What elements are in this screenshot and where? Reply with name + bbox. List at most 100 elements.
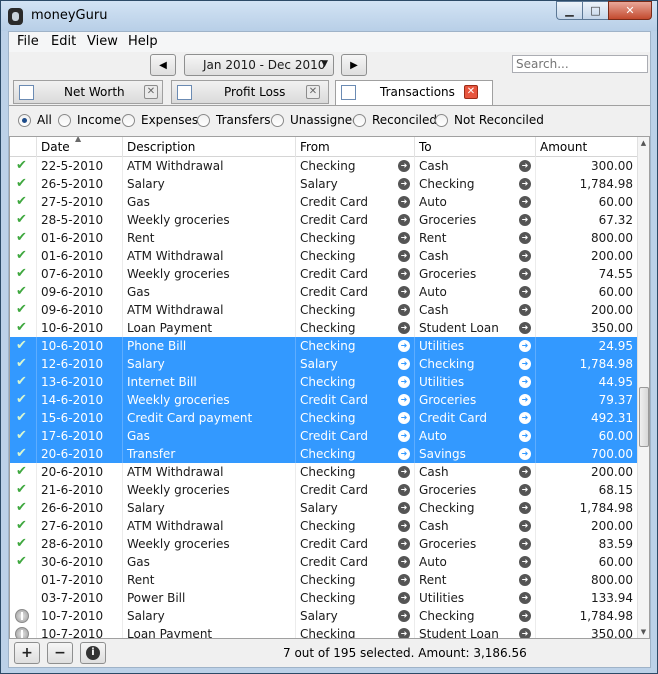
from-cell[interactable]: Credit Card ➜ <box>296 193 415 211</box>
go-to-account-icon[interactable]: ➜ <box>398 592 410 604</box>
go-to-account-icon[interactable]: ➜ <box>519 484 531 496</box>
date-cell[interactable]: 27-5-2010 <box>37 193 123 211</box>
filter-unassigned[interactable]: Unassigned <box>271 113 360 127</box>
from-cell[interactable]: Checking ➜ <box>296 445 415 463</box>
date-cell[interactable]: 09-6-2010 <box>37 283 123 301</box>
remove-transaction-button[interactable]: − <box>47 642 73 664</box>
amount-cell[interactable]: 60.00 <box>536 283 638 301</box>
from-cell[interactable]: Credit Card ➜ <box>296 427 415 445</box>
to-cell[interactable]: Student Loan ➜ <box>415 319 536 337</box>
from-cell[interactable]: Credit Card ➜ <box>296 265 415 283</box>
go-to-account-icon[interactable]: ➜ <box>519 502 531 514</box>
status-cell[interactable]: ✔ <box>10 319 37 337</box>
status-cell[interactable]: ✔ <box>10 283 37 301</box>
amount-cell[interactable]: 60.00 <box>536 193 638 211</box>
reconciled-check-icon[interactable]: ✔ <box>16 177 27 191</box>
table-row[interactable]: ✔ 09-6-2010 ATM Withdrawal Checking ➜ Cash ➜ 20… <box>10 301 638 319</box>
table-row[interactable]: ✔ 15-6-2010 Credit Card payment Checking ➜ Cr… <box>10 409 638 427</box>
go-to-account-icon[interactable]: ➜ <box>519 196 531 208</box>
filter-income[interactable]: Income <box>58 113 121 127</box>
add-transaction-button[interactable]: + <box>14 642 40 664</box>
from-cell[interactable]: Checking ➜ <box>296 301 415 319</box>
amount-cell[interactable]: 79.37 <box>536 391 638 409</box>
table-row[interactable]: ✔ 17-6-2010 Gas Credit Card ➜ Auto ➜ 60.00 <box>10 427 638 445</box>
description-cell[interactable]: ATM Withdrawal <box>123 301 296 319</box>
table-row[interactable]: ✔ 20-6-2010 ATM Withdrawal Checking ➜ Cash ➜ 20… <box>10 463 638 481</box>
close-button[interactable]: ✕ <box>608 1 652 20</box>
description-cell[interactable]: Power Bill <box>123 589 296 607</box>
description-cell[interactable]: Salary <box>123 355 296 373</box>
search-input[interactable] <box>512 55 648 73</box>
filter-not-reconciled[interactable]: Not Reconciled <box>435 113 544 127</box>
status-cell[interactable]: ✔ <box>10 211 37 229</box>
amount-cell[interactable]: 60.00 <box>536 427 638 445</box>
go-to-account-icon[interactable]: ➜ <box>519 160 531 172</box>
amount-cell[interactable]: 1,784.98 <box>536 355 638 373</box>
to-cell[interactable]: Utilities ➜ <box>415 589 536 607</box>
scroll-down-icon[interactable]: ▼ <box>638 626 649 638</box>
reconciled-check-icon[interactable]: ✔ <box>16 195 27 209</box>
amount-cell[interactable]: 1,784.98 <box>536 607 638 625</box>
go-to-account-icon[interactable]: ➜ <box>398 160 410 172</box>
tab-close-icon[interactable]: ✕ <box>306 85 320 99</box>
column-header-date[interactable]: ▲ Date <box>37 137 123 157</box>
menu-edit[interactable]: Edit <box>51 34 76 49</box>
vertical-scrollbar[interactable]: ▲ ▼ <box>637 137 649 638</box>
description-cell[interactable]: Salary <box>123 499 296 517</box>
table-row[interactable]: ✔ 26-5-2010 Salary Salary ➜ Checking ➜ 1,784.98 <box>10 175 638 193</box>
date-cell[interactable]: 28-5-2010 <box>37 211 123 229</box>
date-cell[interactable]: 07-6-2010 <box>37 265 123 283</box>
amount-cell[interactable]: 200.00 <box>536 463 638 481</box>
date-cell[interactable]: 10-7-2010 <box>37 625 123 638</box>
to-cell[interactable]: Groceries ➜ <box>415 535 536 553</box>
title-bar[interactable]: moneyGuru ▁ □ ✕ <box>1 1 657 31</box>
table-row[interactable]: ✔ 07-6-2010 Weekly groceries Credit Card ➜ Gr… <box>10 265 638 283</box>
to-cell[interactable]: Checking ➜ <box>415 355 536 373</box>
status-cell[interactable]: ✔ <box>10 337 37 355</box>
date-range-selector[interactable]: Jan 2010 - Dec 2010 ▼ <box>184 54 334 76</box>
info-button[interactable]: i <box>80 642 106 664</box>
status-cell[interactable]: ✔ <box>10 481 37 499</box>
to-cell[interactable]: Savings ➜ <box>415 445 536 463</box>
minimize-button[interactable]: ▁ <box>556 1 582 20</box>
table-row[interactable]: 10-7-2010 Loan Payment Checking ➜ Student Lo… <box>10 625 638 638</box>
go-to-account-icon[interactable]: ➜ <box>519 556 531 568</box>
date-cell[interactable]: 10-6-2010 <box>37 319 123 337</box>
tab-close-icon[interactable]: ✕ <box>144 85 158 99</box>
previous-period-button[interactable]: ◀ <box>150 54 176 76</box>
amount-cell[interactable]: 60.00 <box>536 553 638 571</box>
reconciled-check-icon[interactable]: ✔ <box>16 321 27 335</box>
date-cell[interactable]: 01-6-2010 <box>37 229 123 247</box>
to-cell[interactable]: Cash ➜ <box>415 301 536 319</box>
from-cell[interactable]: Checking ➜ <box>296 625 415 638</box>
from-cell[interactable]: Checking ➜ <box>296 409 415 427</box>
from-cell[interactable]: Checking ➜ <box>296 157 415 175</box>
go-to-account-icon[interactable]: ➜ <box>398 376 410 388</box>
reconciled-check-icon[interactable]: ✔ <box>16 303 27 317</box>
table-row[interactable]: ✔ 01-6-2010 Rent Checking ➜ Rent ➜ 800.00 <box>10 229 638 247</box>
go-to-account-icon[interactable]: ➜ <box>398 196 410 208</box>
go-to-account-icon[interactable]: ➜ <box>519 268 531 280</box>
reconciled-check-icon[interactable]: ✔ <box>16 555 27 569</box>
to-cell[interactable]: Credit Card ➜ <box>415 409 536 427</box>
to-cell[interactable]: Student Loan ➜ <box>415 625 536 638</box>
amount-cell[interactable]: 44.95 <box>536 373 638 391</box>
column-header-amount[interactable]: Amount <box>536 137 638 157</box>
reconciled-check-icon[interactable]: ✔ <box>16 429 27 443</box>
table-row[interactable]: ✔ 01-6-2010 ATM Withdrawal Checking ➜ Cash ➜ 20… <box>10 247 638 265</box>
to-cell[interactable]: Groceries ➜ <box>415 211 536 229</box>
date-cell[interactable]: 30-6-2010 <box>37 553 123 571</box>
description-cell[interactable]: Weekly groceries <box>123 535 296 553</box>
go-to-account-icon[interactable]: ➜ <box>398 214 410 226</box>
to-cell[interactable]: Checking ➜ <box>415 607 536 625</box>
tab-net-worth[interactable]: Net Worth ✕ <box>13 80 163 104</box>
amount-cell[interactable]: 1,784.98 <box>536 175 638 193</box>
table-row[interactable]: ✔ 20-6-2010 Transfer Checking ➜ Savings ➜ 700.0… <box>10 445 638 463</box>
go-to-account-icon[interactable]: ➜ <box>398 322 410 334</box>
description-cell[interactable]: Rent <box>123 229 296 247</box>
reconciled-check-icon[interactable]: ✔ <box>16 537 27 551</box>
date-cell[interactable]: 12-6-2010 <box>37 355 123 373</box>
description-cell[interactable]: ATM Withdrawal <box>123 247 296 265</box>
table-row[interactable]: ✔ 28-6-2010 Weekly groceries Credit Card ➜ Gr… <box>10 535 638 553</box>
column-header-to[interactable]: To <box>415 137 536 157</box>
